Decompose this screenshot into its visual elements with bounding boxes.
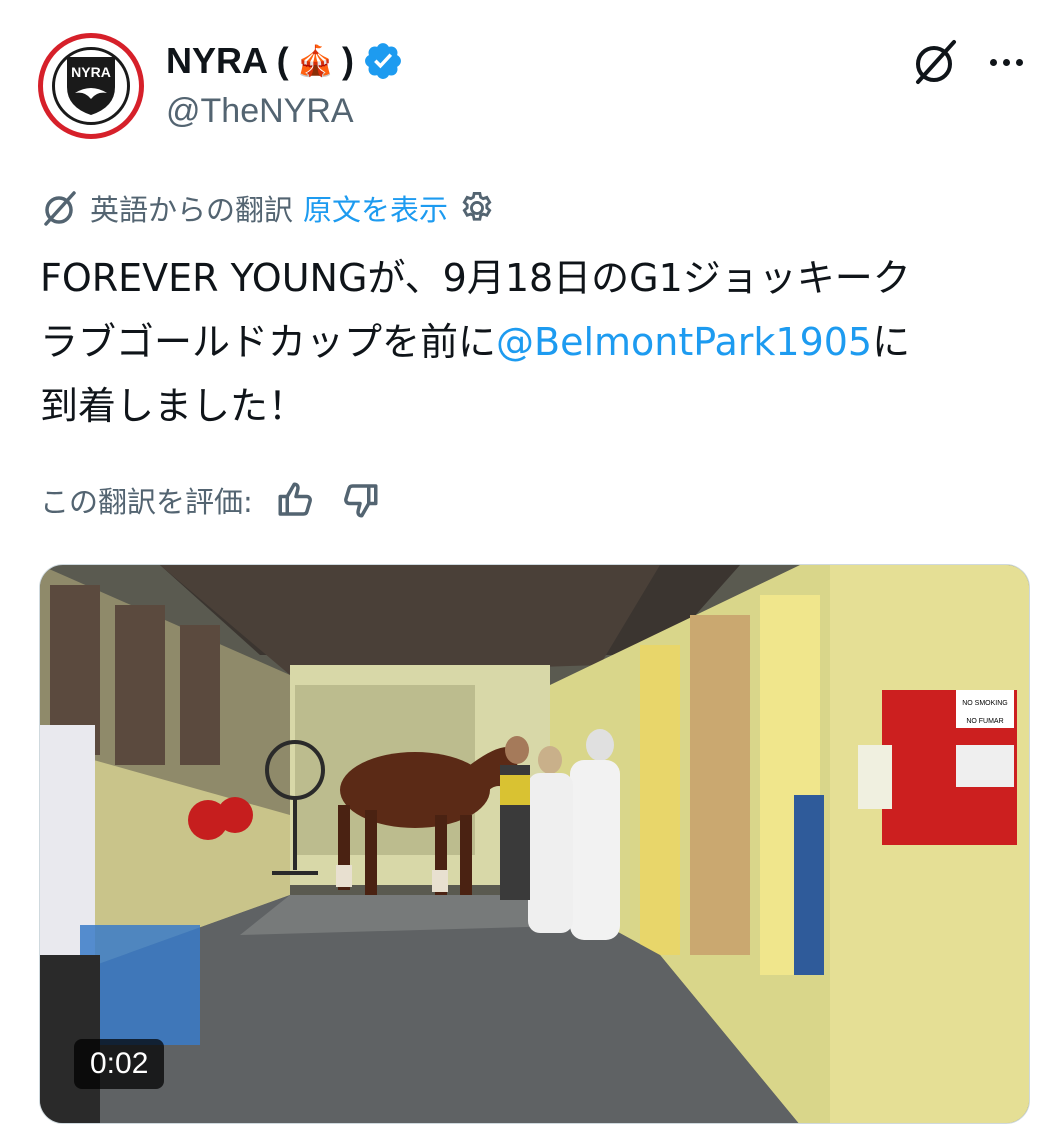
- translation-row: 英語からの翻訳 原文を表示: [40, 186, 496, 230]
- nyra-logo: NYRA: [52, 47, 130, 125]
- translate-icon: [44, 191, 76, 226]
- display-name[interactable]: NYRA ( 🎪 ): [166, 38, 404, 84]
- verified-badge-icon: [365, 43, 401, 79]
- video-duration-badge: 0:02: [74, 1039, 165, 1089]
- tweet-text-line-2: ラブゴールドカップを前に@BelmontPark1905に: [40, 310, 1030, 374]
- tweet-text: FOREVER YOUNGが、9月18日のG1ジョッキーク ラブゴールドカップを…: [40, 246, 1030, 438]
- more-icon[interactable]: [980, 42, 1032, 82]
- tweet-text-line-2-pre: ラブゴールドカップを前に: [40, 320, 497, 364]
- tweet-text-line-2-post: に: [872, 320, 911, 364]
- mention-link[interactable]: @BelmontPark1905: [496, 320, 872, 364]
- translation-label: 英語からの翻訳: [90, 193, 294, 227]
- show-original-link[interactable]: 原文を表示: [303, 187, 448, 229]
- rate-label: この翻訳を評価:: [40, 485, 253, 519]
- display-name-close: ): [342, 40, 355, 81]
- thumbs-down-icon[interactable]: [339, 479, 381, 521]
- thumbs-up-icon[interactable]: [275, 479, 317, 521]
- avatar[interactable]: NYRA: [38, 33, 144, 139]
- gear-icon[interactable]: [458, 189, 496, 227]
- avatar-text: NYRA: [71, 64, 111, 80]
- display-name-text: NYRA (: [166, 40, 289, 81]
- video-thumbnail: NO SMOKING NO FUMAR: [40, 565, 1029, 1123]
- sign-no-smoking: NO SMOKING: [962, 700, 1008, 707]
- circus-tent-emoji: 🎪: [296, 44, 335, 78]
- sign-no-fumar: NO FUMAR: [966, 718, 1003, 725]
- handle[interactable]: @TheNYRA: [166, 92, 354, 131]
- rate-translation-row: この翻訳を評価:: [40, 476, 381, 524]
- grok-icon[interactable]: [910, 36, 962, 88]
- video-player[interactable]: NO SMOKING NO FUMAR 0:02: [39, 564, 1030, 1124]
- tweet-text-line-3: 到着しました！: [40, 384, 307, 428]
- tweet-text-line-1: FOREVER YOUNGが、9月18日のG1ジョッキーク: [40, 256, 911, 300]
